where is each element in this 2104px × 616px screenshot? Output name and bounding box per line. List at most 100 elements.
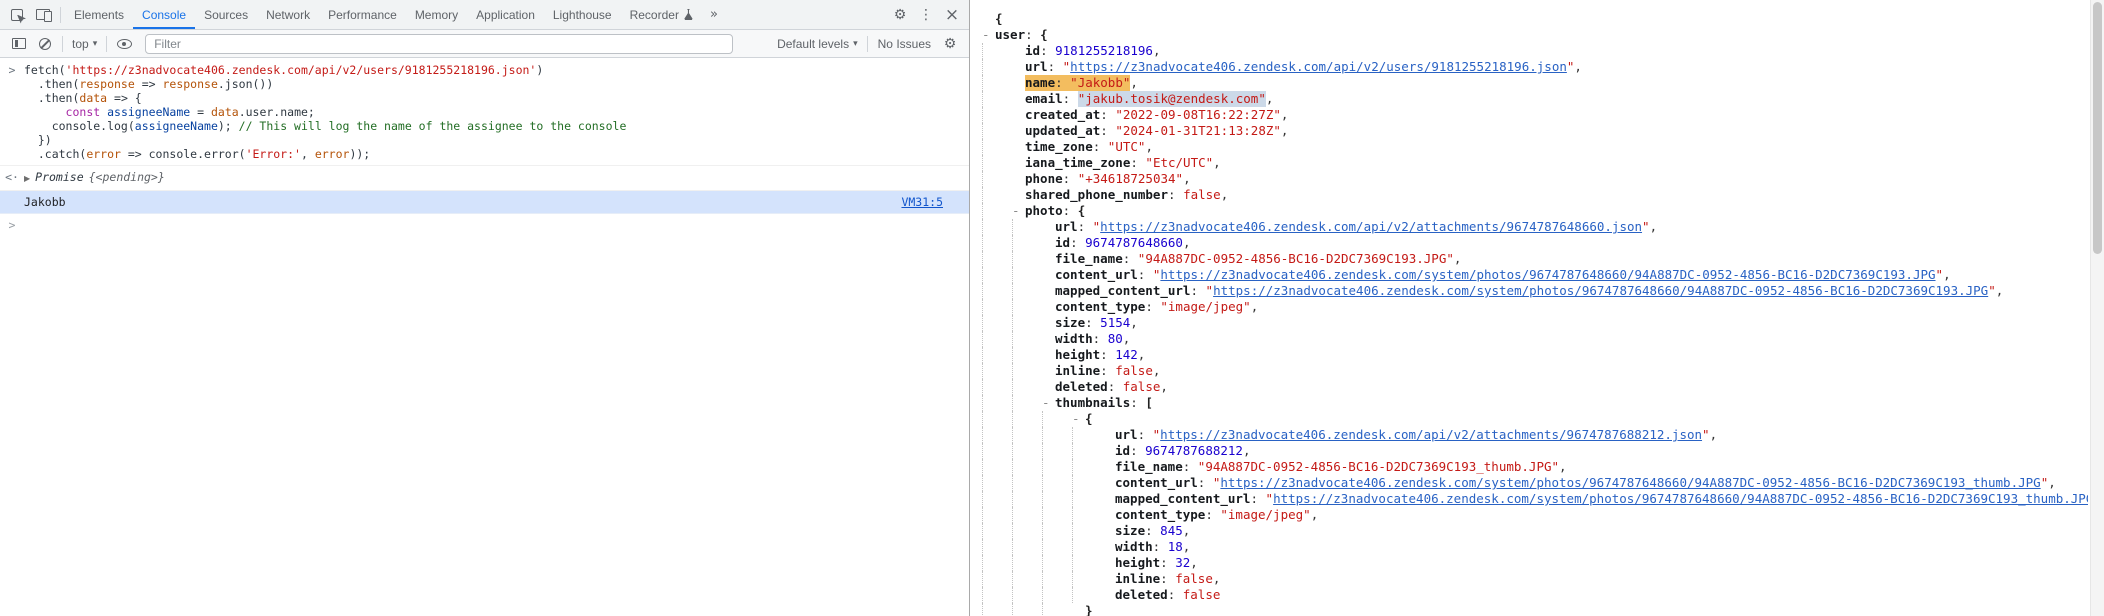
indent-guide	[1042, 539, 1072, 555]
json-punct: ,	[1190, 555, 1198, 570]
json-link[interactable]: https://z3nadvocate406.zendesk.com/api/v…	[1070, 59, 1567, 75]
tab-memory[interactable]: Memory	[406, 0, 467, 29]
json-row: width: 80,	[982, 331, 2088, 347]
json-row: email: "jakub.tosik@zendesk.com",	[982, 91, 2088, 107]
indent-guide	[1042, 571, 1072, 587]
indent-guide	[982, 475, 1012, 491]
collapse-toggle[interactable]: -	[982, 27, 995, 43]
indent-guide	[1072, 443, 1102, 459]
result-object-label[interactable]: Promise	[35, 170, 83, 184]
json-punct: ,	[1137, 347, 1146, 362]
command-chevron: >	[8, 63, 16, 77]
json-bool: false	[1183, 187, 1221, 202]
json-str: "	[2040, 475, 2049, 490]
console-sidebar-button[interactable]	[6, 31, 32, 57]
json-punct: ,	[1453, 251, 1462, 266]
json-num: 9181255218196	[1055, 43, 1153, 58]
json-brace: {	[1040, 27, 1048, 42]
json-punct: :	[1137, 267, 1153, 282]
json-punct: ,	[1152, 363, 1161, 378]
json-str: "	[1152, 427, 1161, 442]
json-bool: false	[1115, 363, 1153, 378]
json-row: size: 845,	[982, 523, 2088, 539]
console-prompt[interactable]: >	[0, 214, 969, 236]
json-key: file_name	[1055, 251, 1123, 266]
tab-application[interactable]: Application	[467, 0, 544, 29]
javascript-context-selector[interactable]: top ▾	[67, 37, 102, 51]
indent-guide	[982, 395, 1012, 411]
json-punct: ,	[1709, 427, 1718, 442]
tab-console[interactable]: Console	[133, 0, 195, 29]
json-row: deleted: false	[982, 587, 2088, 603]
log-levels-dropdown[interactable]: Default levels ▾	[772, 37, 863, 51]
inspect-element-button[interactable]	[4, 2, 30, 28]
live-expression-button[interactable]	[111, 31, 137, 57]
tab-sources[interactable]: Sources	[195, 0, 257, 29]
log-source-link[interactable]: VM31:5	[901, 195, 943, 209]
indent-guide	[982, 443, 1012, 459]
json-link[interactable]: https://z3nadvocate406.zendesk.com/syste…	[1220, 475, 2040, 491]
clear-console-button[interactable]	[32, 31, 58, 57]
console-code-line: .then(response => response.json())	[0, 77, 969, 91]
tab-elements[interactable]: Elements	[65, 0, 133, 29]
json-link[interactable]: https://z3nadvocate406.zendesk.com/syste…	[1213, 283, 1988, 299]
json-str: "	[1212, 475, 1221, 490]
console-log-row-selected[interactable]: Jakobb VM31:5	[0, 191, 969, 214]
json-tree: {- user: {id: 9181255218196, url: " https:/…	[982, 11, 2088, 616]
json-link[interactable]: https://z3nadvocate406.zendesk.com/syste…	[1273, 491, 2088, 507]
tab-label: Network	[266, 7, 311, 22]
json-punct: ,	[1649, 219, 1658, 234]
json-num: 142	[1115, 347, 1138, 362]
console-filter-input[interactable]	[145, 33, 734, 54]
scrollbar-thumb[interactable]	[2093, 2, 2102, 254]
json-punct: ,	[1182, 539, 1191, 554]
json-link[interactable]: https://z3nadvocate406.zendesk.com/api/v…	[1160, 427, 1702, 443]
console-toolbar: top ▾ Default levels ▾ No Issues ⚙	[0, 30, 969, 58]
json-str: "	[1062, 59, 1071, 74]
collapse-toggle[interactable]: -	[1072, 411, 1085, 427]
issues-counter[interactable]: No Issues	[872, 37, 937, 51]
expand-triangle-icon[interactable]: ▶	[24, 172, 30, 186]
device-toolbar-button[interactable]	[30, 2, 56, 28]
console-code-line: .catch(error => console.error('Error:', …	[0, 147, 969, 161]
json-key: email	[1025, 91, 1063, 106]
json-key: id	[1025, 43, 1041, 58]
tab-label: Recorder	[629, 7, 679, 22]
indent-guide	[1042, 603, 1072, 616]
kebab-menu-icon[interactable]: ⋮	[913, 2, 939, 28]
json-row: file_name: "94A887DC-0952-4856-BC16-D2DC…	[982, 251, 2088, 267]
console-sidebar-icon	[12, 38, 26, 49]
close-icon[interactable]: ×	[939, 2, 965, 28]
indent-guide	[982, 43, 1012, 59]
divider	[60, 6, 61, 23]
json-str: "	[1265, 491, 1274, 506]
indent-guide	[1012, 219, 1042, 235]
json-link[interactable]: https://z3nadvocate406.zendesk.com/syste…	[1160, 267, 1935, 283]
tab-lighthouse[interactable]: Lighthouse	[544, 0, 621, 29]
tab-network[interactable]: Network	[257, 0, 319, 29]
indent-guide	[982, 299, 1012, 315]
json-row: content_type: "image/jpeg",	[982, 507, 2088, 523]
tab-label: Memory	[414, 7, 459, 22]
collapse-toggle[interactable]: -	[1042, 395, 1055, 411]
json-punct: :	[1040, 43, 1056, 58]
vertical-scrollbar[interactable]	[2090, 0, 2104, 616]
more-tabs-button[interactable]: »	[702, 7, 726, 22]
json-link[interactable]: https://z3nadvocate406.zendesk.com/api/v…	[1100, 219, 1642, 235]
indent-guide	[1012, 331, 1042, 347]
tab-performance[interactable]: Performance	[319, 0, 406, 29]
indent-guide	[1012, 603, 1042, 616]
collapse-toggle[interactable]: -	[1012, 203, 1025, 219]
console-settings-gear-icon[interactable]: ⚙	[937, 31, 963, 57]
settings-gear-icon[interactable]: ⚙	[887, 2, 913, 28]
indent-guide	[1072, 539, 1102, 555]
tab-recorder[interactable]: Recorder	[621, 0, 702, 29]
command-chevron	[0, 119, 24, 133]
indent-guide	[1072, 427, 1102, 443]
indent-guide	[982, 491, 1012, 507]
